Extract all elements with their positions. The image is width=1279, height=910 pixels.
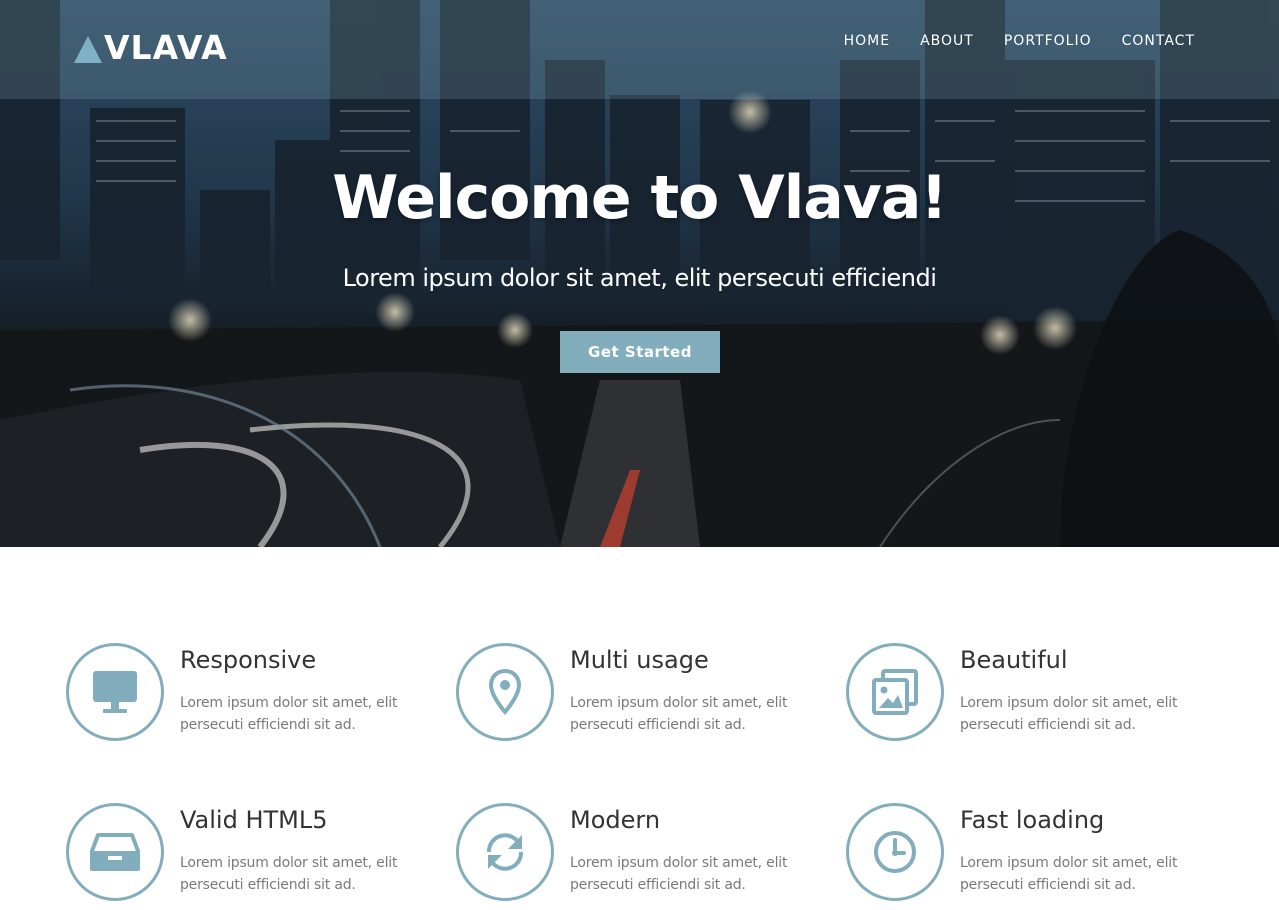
- feature-description: Lorem ipsum dolor sit amet, elit persecu…: [570, 695, 788, 733]
- feature-description: Lorem ipsum dolor sit amet, elit persecu…: [960, 695, 1178, 733]
- feature-item-responsive: Responsive Lorem ipsum dolor sit amet, e…: [66, 643, 426, 743]
- nav-item-contact[interactable]: CONTACT: [1122, 31, 1195, 51]
- feature-title: Multi usage: [570, 646, 709, 674]
- feature-title: Valid HTML5: [180, 806, 328, 834]
- get-started-button[interactable]: Get Started: [560, 331, 720, 373]
- inbox-tray-icon: [66, 803, 164, 901]
- nav-item-portfolio[interactable]: PORTFOLIO: [1004, 31, 1092, 51]
- feature-item-fast-loading: Fast loading Lorem ipsum dolor sit amet,…: [846, 803, 1206, 903]
- feature-description: Lorem ipsum dolor sit amet, elit persecu…: [180, 855, 398, 893]
- clock-icon: [846, 803, 944, 901]
- nav-item-about[interactable]: ABOUT: [920, 31, 974, 51]
- feature-title: Modern: [570, 806, 661, 834]
- feature-description: Lorem ipsum dolor sit amet, elit persecu…: [960, 855, 1178, 893]
- logo-triangle-icon: [74, 36, 102, 63]
- feature-item-valid-html5: Valid HTML5 Lorem ipsum dolor sit amet, …: [66, 803, 426, 903]
- feature-description: Lorem ipsum dolor sit amet, elit persecu…: [180, 695, 398, 733]
- feature-item-beautiful: Beautiful Lorem ipsum dolor sit amet, el…: [846, 643, 1206, 743]
- hero-section: VLAVA HOME ABOUT PORTFOLIO CONTACT Welco…: [0, 0, 1279, 547]
- hero-subtitle: Lorem ipsum dolor sit amet, elit persecu…: [342, 264, 937, 292]
- map-pin-icon: [456, 643, 554, 741]
- feature-title: Beautiful: [960, 646, 1068, 674]
- feature-item-modern: Modern Lorem ipsum dolor sit amet, elit …: [456, 803, 816, 903]
- nav-item-home[interactable]: HOME: [844, 31, 890, 51]
- monitor-icon: [66, 643, 164, 741]
- feature-description: Lorem ipsum dolor sit amet, elit persecu…: [570, 855, 788, 893]
- feature-title: Responsive: [180, 646, 317, 674]
- main-nav: HOME ABOUT PORTFOLIO CONTACT: [814, 31, 1195, 51]
- hero-title: Welcome to Vlava!: [332, 163, 947, 233]
- feature-item-multi-usage: Multi usage Lorem ipsum dolor sit amet, …: [456, 643, 816, 743]
- images-icon: [846, 643, 944, 741]
- brand-name: VLAVA: [104, 28, 228, 67]
- sync-arrows-icon: [456, 803, 554, 901]
- feature-title: Fast loading: [960, 806, 1105, 834]
- brand-logo[interactable]: VLAVA: [74, 30, 228, 66]
